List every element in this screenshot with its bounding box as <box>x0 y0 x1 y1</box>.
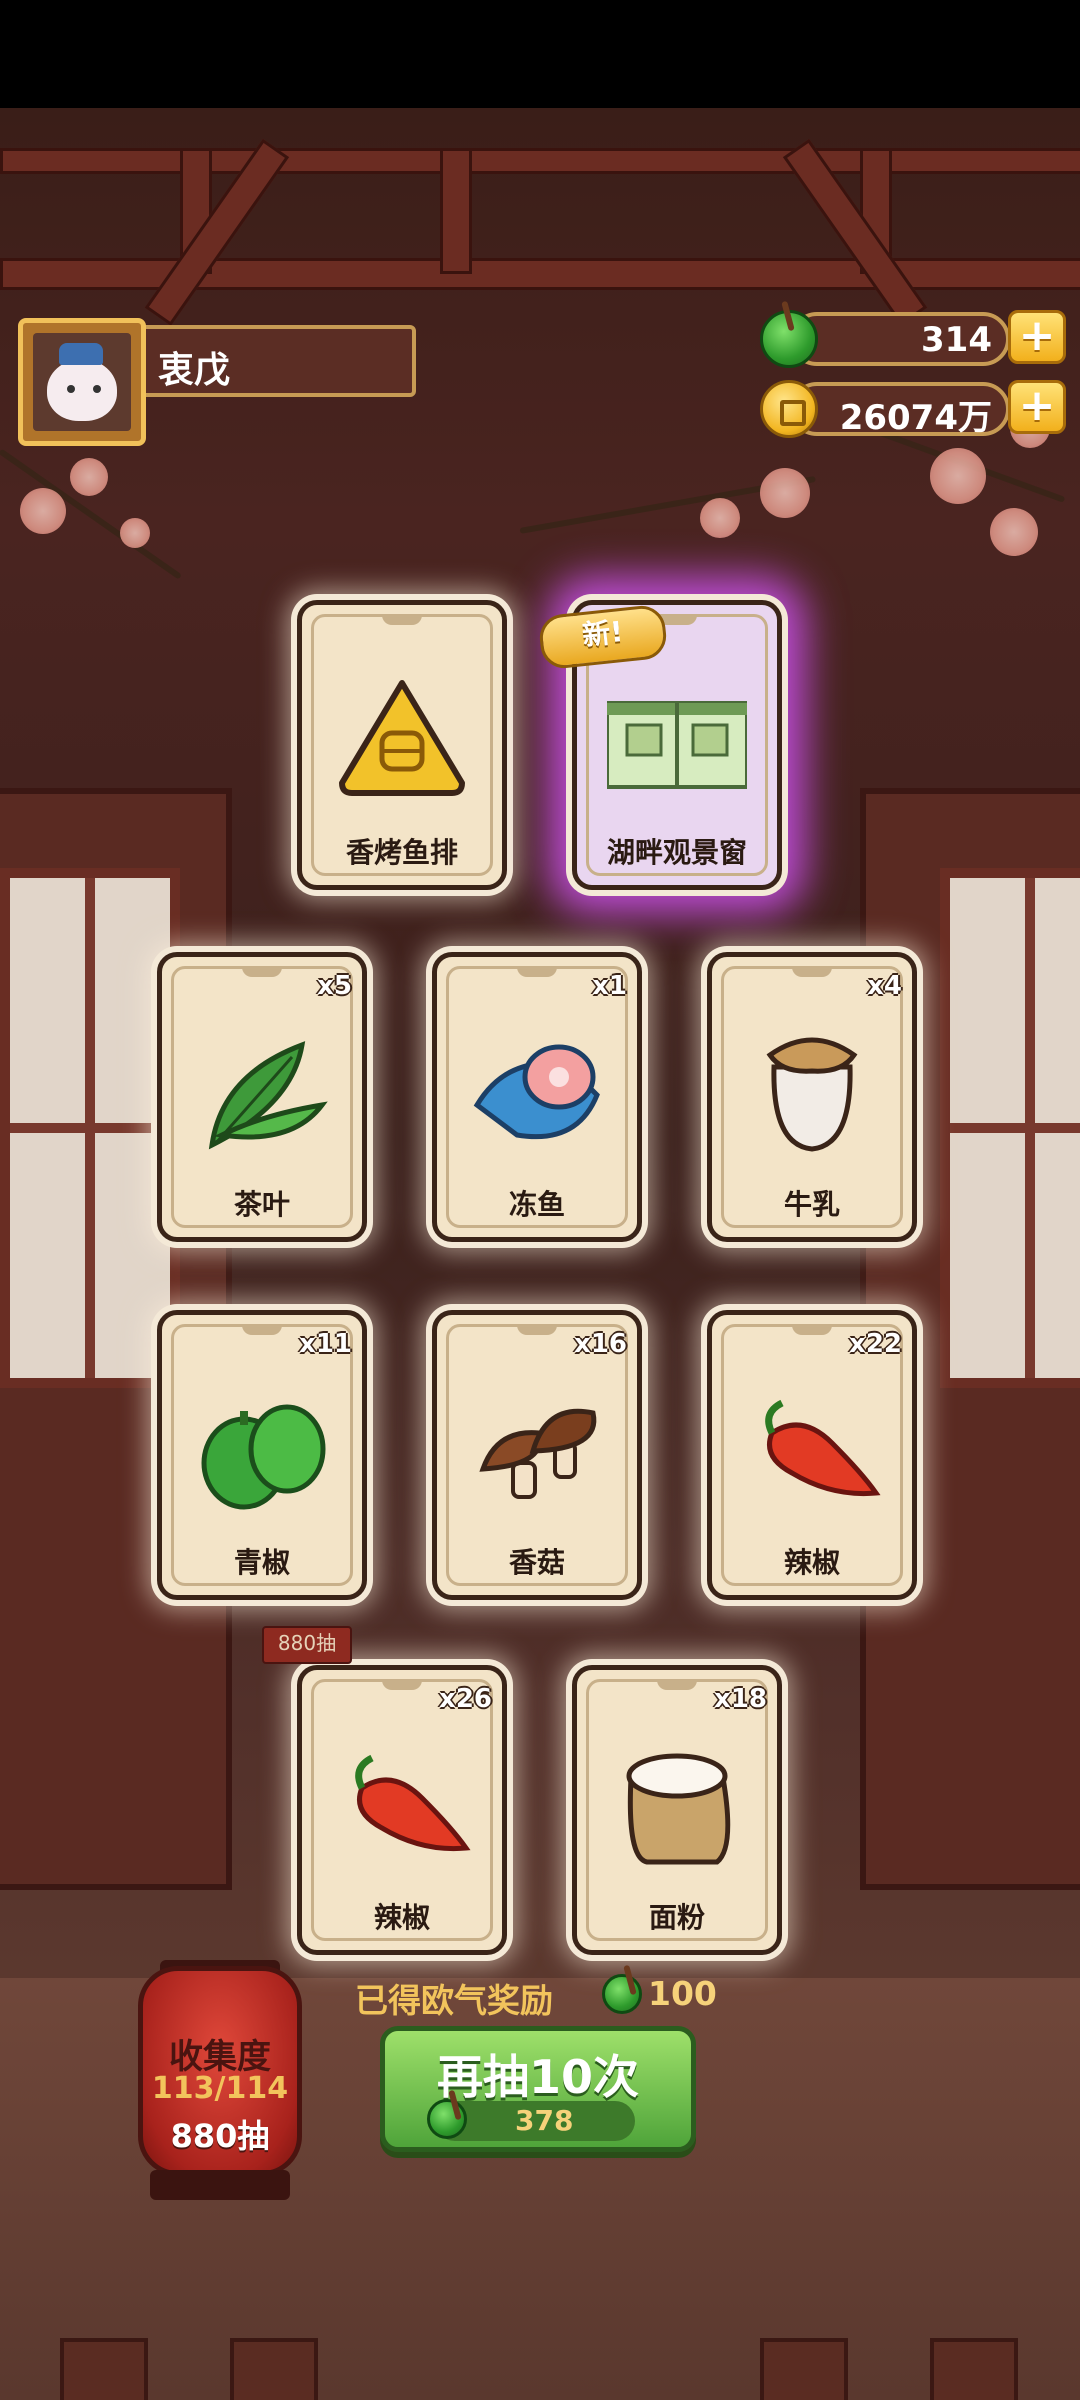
collection-lantern-button[interactable]: 收集度 113/114 880抽 <box>138 1966 302 2176</box>
card-label: 冻鱼 <box>508 1188 565 1221</box>
jade-coin-icon <box>760 310 818 368</box>
gold-currency-bar: 26074万 <box>790 382 1010 438</box>
draw-10-again-label: 再抽10次 <box>436 2050 639 2104</box>
reward-card[interactable]: x5 茶叶 <box>157 952 367 1242</box>
player-name-plate[interactable]: 衷戊 <box>140 325 416 397</box>
reward-card[interactable]: 香烤鱼排 <box>297 600 507 890</box>
card-label: 香菇 <box>508 1546 565 1579</box>
chili-icon <box>765 1399 881 1497</box>
frozen-fish-icon <box>473 1044 600 1140</box>
lantern-foot <box>150 2170 290 2200</box>
cat-avatar-icon <box>33 333 131 431</box>
reward-card[interactable]: x4 牛乳 <box>707 952 917 1242</box>
card-count: x4 <box>867 971 902 1001</box>
draw-cost: 378 <box>427 2099 635 2141</box>
card-label: 辣椒 <box>783 1546 840 1579</box>
avatar[interactable] <box>18 318 146 446</box>
collection-draws: 880抽 <box>170 2117 270 2155</box>
status-bar <box>0 0 1080 108</box>
card-label: 茶叶 <box>233 1188 290 1221</box>
card-count: x11 <box>299 1329 352 1359</box>
card-label: 面粉 <box>648 1901 705 1934</box>
draw-cost-amount: 378 <box>515 2104 574 2137</box>
luck-reward-label: 已得欧气奖励 <box>355 1981 553 2020</box>
jade-currency-bar: 314 <box>790 312 1010 366</box>
gold-amount: 26074万 <box>839 398 992 438</box>
mushroom-icon <box>479 1408 597 1499</box>
reward-card[interactable]: x11 青椒 <box>157 1310 367 1600</box>
jade-coin-icon <box>427 2099 467 2139</box>
card-label: 湖畔观景窗 <box>606 836 747 869</box>
collection-progress: 113/114 <box>151 2071 289 2106</box>
draw-count-tag: 880抽 <box>262 1626 352 1664</box>
reward-card[interactable]: x26 辣椒 <box>297 1665 507 1955</box>
flour-sack-icon <box>626 1753 731 1865</box>
green-pepper-icon <box>201 1404 326 1510</box>
milk-jar-icon <box>766 1037 858 1152</box>
gold-coin-icon <box>760 380 818 438</box>
jade-coin-icon <box>602 1974 642 2014</box>
card-count: x22 <box>849 1329 902 1359</box>
card-count: x18 <box>714 1684 767 1714</box>
add-jade-button[interactable]: + <box>1008 310 1066 364</box>
card-label: 香烤鱼排 <box>345 836 458 869</box>
jade-amount: 314 <box>921 320 992 360</box>
card-count: x1 <box>592 971 627 1001</box>
lakeside-window-icon <box>607 701 747 789</box>
card-label: 辣椒 <box>373 1901 430 1934</box>
card-label: 牛乳 <box>783 1188 840 1221</box>
card-count: x5 <box>317 971 352 1001</box>
card-label: 青椒 <box>233 1546 290 1579</box>
chili-icon <box>355 1754 471 1852</box>
card-count: x26 <box>439 1684 492 1714</box>
add-gold-button[interactable]: + <box>1008 380 1066 434</box>
reward-card[interactable]: x1 冻鱼 <box>432 952 642 1242</box>
reward-card[interactable]: x22 辣椒 <box>707 1310 917 1600</box>
reward-card[interactable]: x18 面粉 <box>572 1665 782 1955</box>
card-count: x16 <box>574 1329 627 1359</box>
fish-cake-icon <box>339 680 465 796</box>
player-name: 衷戊 <box>158 350 231 391</box>
reward-card[interactable]: x16 香菇 <box>432 1310 642 1600</box>
tea-leaf-icon <box>208 1041 328 1150</box>
draw-10-again-button[interactable]: 再抽10次 378 <box>380 2026 696 2152</box>
luck-reward-amount: 100 <box>648 1974 717 2013</box>
